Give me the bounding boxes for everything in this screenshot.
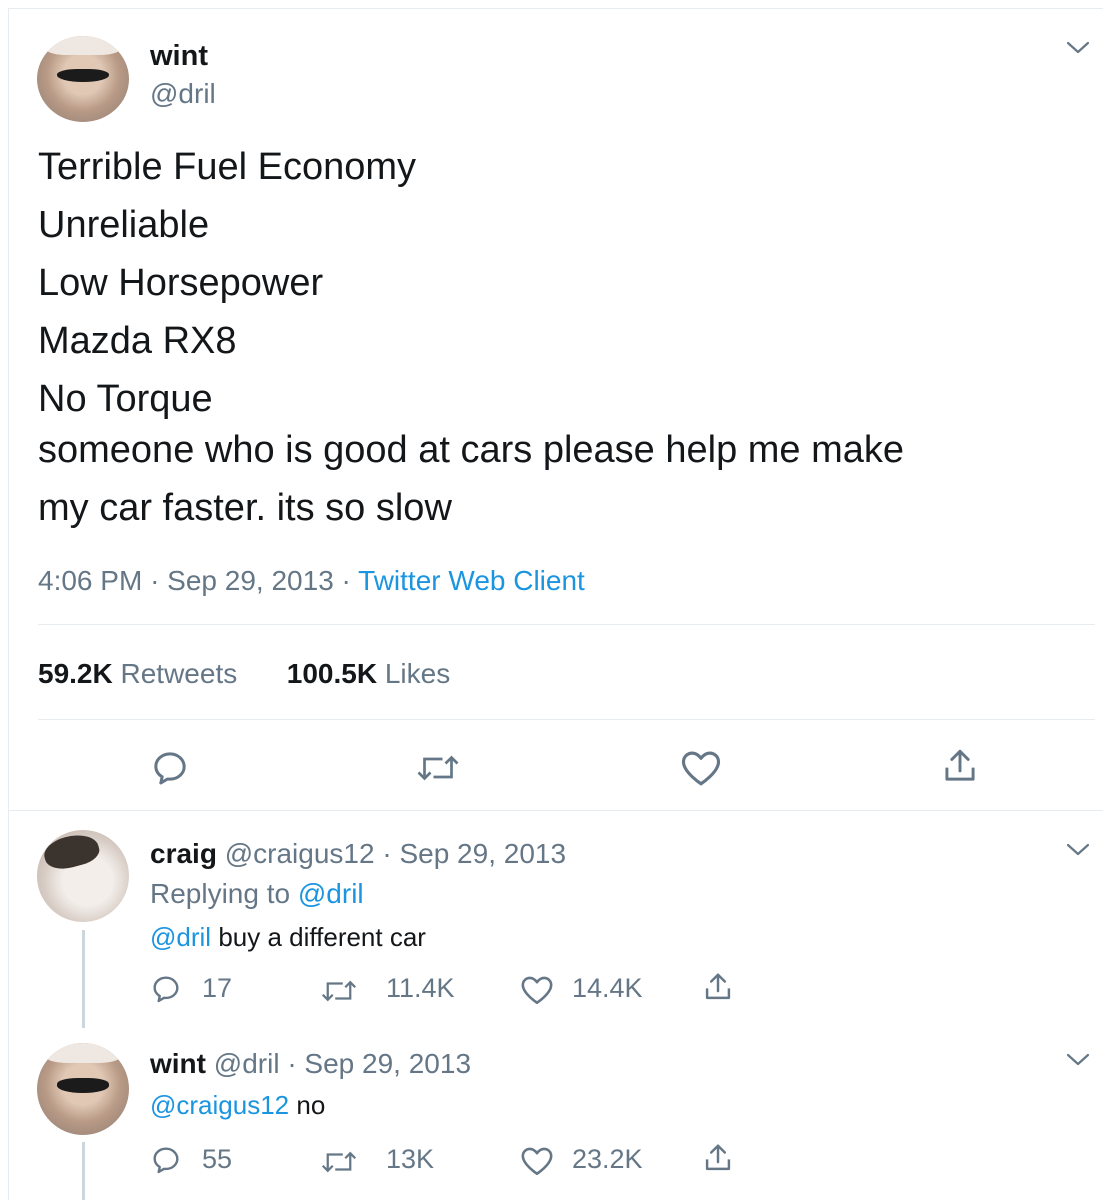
reply-text: @craigus12 no: [150, 1090, 325, 1121]
author-name[interactable]: craig: [150, 838, 217, 869]
reply-icon[interactable]: [150, 973, 182, 1005]
stats-row: 59.2K Retweets 100.5K Likes: [38, 658, 450, 690]
avatar[interactable]: [37, 830, 129, 922]
likes-label: Likes: [384, 658, 451, 689]
tweet-text-line: someone who is good at cars please help …: [38, 429, 905, 471]
tweet-text-line: Low Horsepower: [38, 262, 324, 304]
retweet-icon[interactable]: [415, 750, 461, 786]
share-icon[interactable]: [703, 1141, 733, 1175]
timestamp-row: 4:06 PM · Sep 29, 2013 · Twitter Web Cli…: [38, 565, 585, 597]
reply-icon[interactable]: [150, 1144, 182, 1176]
replying-prefix: Replying to: [150, 878, 291, 909]
tweet-text-line: Unreliable: [38, 204, 210, 246]
retweet-icon[interactable]: [320, 1147, 358, 1177]
tweet-client[interactable]: Twitter Web Client: [358, 565, 585, 596]
avatar[interactable]: [37, 1043, 129, 1135]
replying-handle[interactable]: @dril: [298, 878, 364, 909]
tweet-text-line: Terrible Fuel Economy: [38, 146, 417, 188]
reply-body: buy a different car: [218, 922, 426, 952]
tweet-time[interactable]: 4:06 PM: [38, 565, 142, 596]
author-handle[interactable]: @craigus12: [225, 838, 375, 869]
author-handle[interactable]: @dril: [214, 1048, 280, 1079]
reply-date[interactable]: · Sep 29, 2013: [382, 838, 566, 869]
retweet-count: 13K: [386, 1144, 435, 1174]
retweet-icon[interactable]: [320, 976, 358, 1006]
tweet-text-line: No Torque: [38, 378, 213, 420]
avatar[interactable]: [37, 36, 129, 122]
reply-header: craig @craigus12 · Sep 29, 2013: [150, 838, 566, 870]
reply-count: 55: [202, 1144, 233, 1174]
divider: [8, 810, 1103, 811]
author-name[interactable]: wint: [150, 1048, 206, 1079]
likes-stat[interactable]: 100.5K Likes: [287, 658, 450, 689]
author-name[interactable]: wint: [150, 40, 208, 73]
reply-text: @dril buy a different car: [150, 922, 426, 953]
mention-link[interactable]: @dril: [150, 922, 211, 952]
chevron-down-icon[interactable]: [1066, 40, 1090, 56]
like-count: 14.4K: [572, 973, 643, 1003]
heart-icon[interactable]: [680, 748, 722, 788]
reply-date[interactable]: · Sep 29, 2013: [287, 1048, 471, 1079]
retweets-stat[interactable]: 59.2K Retweets: [38, 658, 245, 689]
heart-icon[interactable]: [520, 974, 554, 1006]
separator: ·: [341, 565, 351, 596]
like-count: 23.2K: [572, 1144, 643, 1174]
divider: [38, 719, 1095, 720]
separator: ·: [150, 565, 160, 596]
reply-count: 17: [202, 973, 233, 1003]
thread-line: [82, 930, 85, 1028]
share-icon[interactable]: [703, 970, 733, 1004]
chevron-down-icon[interactable]: [1066, 1052, 1090, 1068]
thread-line: [82, 1142, 85, 1200]
tweet-text-line: my car faster. its so slow: [38, 487, 452, 529]
retweets-label: Retweets: [120, 658, 238, 689]
tweet-text-line: Mazda RX8: [38, 320, 237, 362]
author-handle[interactable]: @dril: [150, 78, 216, 110]
mention-link[interactable]: @craigus12: [150, 1090, 289, 1120]
replying-to: Replying to @dril: [150, 878, 364, 910]
reply-icon[interactable]: [150, 748, 190, 788]
divider: [38, 624, 1095, 625]
retweet-count: 11.4K: [386, 973, 455, 1003]
tweet-date[interactable]: Sep 29, 2013: [167, 565, 334, 596]
likes-count: 100.5K: [286, 658, 378, 689]
share-icon[interactable]: [942, 746, 978, 786]
retweets-count: 59.2K: [38, 658, 113, 689]
reply-body: no: [296, 1090, 326, 1120]
heart-icon[interactable]: [520, 1145, 554, 1177]
reply-header: wint @dril · Sep 29, 2013: [150, 1048, 471, 1080]
chevron-down-icon[interactable]: [1066, 842, 1090, 858]
